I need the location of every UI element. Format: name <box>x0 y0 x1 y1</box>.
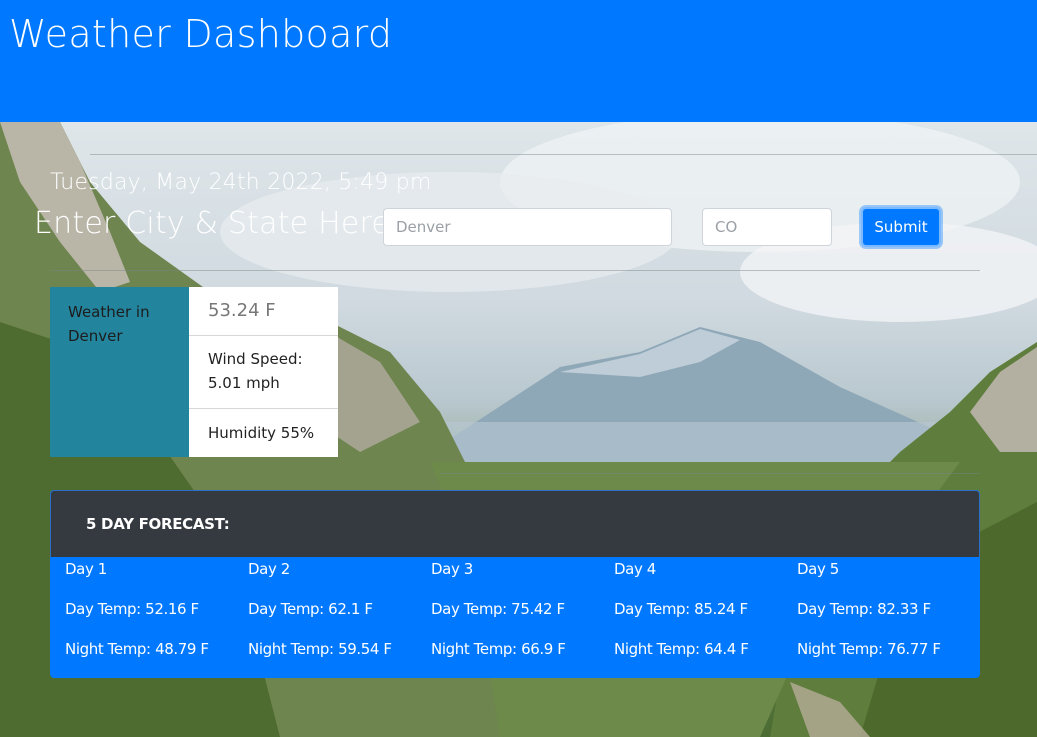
forecast-day-5: Day 5 Day Temp: 82.33 F Night Temp: 76.7… <box>797 557 980 677</box>
current-wind-speed: Wind Speed: 5.01 mph <box>189 336 338 409</box>
forecast-day-3: Day 3 Day Temp: 75.42 F Night Temp: 66.9… <box>431 557 614 677</box>
forecast-day-label: Day 4 <box>614 560 656 578</box>
current-city-label: Weather in Denver <box>50 287 189 457</box>
page-title: Weather Dashboard <box>9 12 393 56</box>
forecast-heading: 5 DAY FORECAST: <box>50 490 980 557</box>
forecast-day-temp: Day Temp: 75.42 F <box>431 600 565 618</box>
forecast-day-temp: Day Temp: 85.24 F <box>614 600 748 618</box>
forecast-night-temp: Night Temp: 59.54 F <box>248 640 392 658</box>
forecast-day-label: Day 3 <box>431 560 473 578</box>
current-stats: 53.24 F Wind Speed: 5.01 mph Humidity 55… <box>189 287 338 457</box>
forecast-day-temp: Day Temp: 82.33 F <box>797 600 931 618</box>
state-input[interactable] <box>702 208 832 246</box>
forecast-day-1: Day 1 Day Temp: 52.16 F Night Temp: 48.7… <box>65 557 248 677</box>
forecast-day-label: Day 5 <box>797 560 839 578</box>
city-state-prompt: Enter City & State Here: <box>34 206 401 241</box>
five-day-forecast: 5 DAY FORECAST: Day 1 Day Temp: 52.16 F … <box>50 490 980 678</box>
current-humidity: Humidity 55% <box>208 424 315 442</box>
forecast-night-temp: Night Temp: 64.4 F <box>614 640 749 658</box>
forecast-day-label: Day 2 <box>248 560 290 578</box>
forecast-day-2: Day 2 Day Temp: 62.1 F Night Temp: 59.54… <box>248 557 431 677</box>
current-date: Tuesday, May 24th 2022, 5:49 pm <box>50 170 432 195</box>
divider-top <box>90 154 1037 155</box>
city-input[interactable] <box>383 208 672 246</box>
current-temperature: 53.24 F <box>189 287 338 336</box>
submit-button[interactable]: Submit <box>861 207 941 247</box>
forecast-day-temp: Day Temp: 62.1 F <box>248 600 373 618</box>
divider-bottom <box>440 473 980 474</box>
forecast-days: Day 1 Day Temp: 52.16 F Night Temp: 48.7… <box>50 557 980 677</box>
forecast-night-temp: Night Temp: 66.9 F <box>431 640 566 658</box>
forecast-day-4: Day 4 Day Temp: 85.24 F Night Temp: 64.4… <box>614 557 797 677</box>
forecast-day-label: Day 1 <box>65 560 107 578</box>
forecast-night-temp: Night Temp: 76.77 F <box>797 640 941 658</box>
forecast-day-temp: Day Temp: 52.16 F <box>65 600 199 618</box>
current-weather-card: Weather in Denver 53.24 F Wind Speed: 5.… <box>50 287 338 457</box>
site-header: Weather Dashboard <box>0 0 1037 122</box>
divider-middle <box>50 270 980 271</box>
forecast-night-temp: Night Temp: 48.79 F <box>65 640 209 658</box>
